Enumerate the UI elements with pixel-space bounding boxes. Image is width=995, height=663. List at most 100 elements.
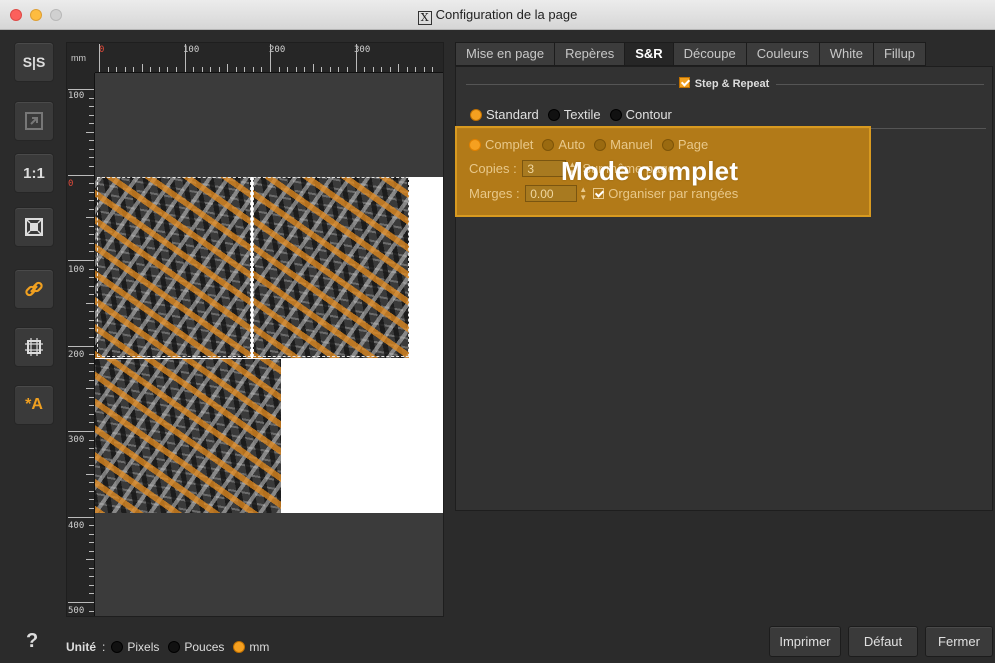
ruler-tick bbox=[398, 64, 400, 72]
ruler-tick bbox=[389, 67, 391, 72]
unit-separator: : bbox=[102, 640, 106, 654]
ruler-tick bbox=[304, 67, 306, 72]
ruler-tick bbox=[86, 131, 94, 133]
marges-stepper[interactable]: ▲ ▼ bbox=[579, 185, 587, 202]
one-to-one-label: 1:1 bbox=[23, 164, 45, 182]
radio-icon bbox=[542, 138, 555, 151]
tab-decoupe[interactable]: Découpe bbox=[672, 42, 746, 66]
tab-step-and-repeat[interactable]: S&R bbox=[624, 42, 673, 66]
ruler-tick bbox=[210, 67, 212, 72]
ruler-tick bbox=[89, 396, 94, 398]
unit-pouces-option[interactable]: Pouces bbox=[168, 640, 224, 654]
page-preview-canvas[interactable]: mm 0 100 200 300 100 0 100 200 300 400 5… bbox=[66, 42, 444, 617]
mode-standard-option[interactable]: Standard bbox=[470, 107, 539, 122]
ruler-tick bbox=[338, 67, 340, 72]
link-tool-button[interactable] bbox=[14, 269, 54, 309]
submode-auto-label: Auto bbox=[558, 137, 586, 152]
sys-tool-button[interactable]: S|S bbox=[14, 42, 54, 82]
print-button[interactable]: Imprimer bbox=[769, 626, 841, 657]
vertical-ruler: 100 0 100 200 300 400 500 bbox=[67, 73, 95, 616]
ruler-tick bbox=[89, 114, 94, 116]
ruler-tick bbox=[89, 610, 94, 612]
ruler-tick bbox=[89, 499, 94, 501]
title-bar: X Configuration de la page bbox=[0, 0, 995, 30]
radio-icon bbox=[168, 641, 181, 653]
ruler-tick bbox=[89, 140, 94, 142]
ruler-tick bbox=[68, 260, 94, 261]
mode-radio-group: Standard Textile Contour bbox=[470, 107, 681, 122]
radio-selected-icon bbox=[233, 641, 246, 653]
tab-reperes[interactable]: Repères bbox=[554, 42, 625, 66]
auto-text-tool-button[interactable]: *A bbox=[14, 385, 54, 425]
ruler-tick bbox=[261, 67, 263, 72]
copies-label: Copies bbox=[469, 161, 510, 176]
ruler-tick bbox=[89, 490, 94, 492]
selection-outline bbox=[253, 177, 409, 357]
ruler-tick bbox=[86, 302, 94, 304]
one-to-one-tool-button[interactable]: 1:1 bbox=[14, 153, 54, 193]
ruler-tick bbox=[89, 593, 94, 595]
copies-input[interactable]: 3 bbox=[522, 160, 567, 177]
radio-icon bbox=[661, 138, 674, 151]
ruler-tick bbox=[89, 294, 94, 296]
ruler-tick bbox=[89, 542, 94, 544]
ruler-tick bbox=[295, 67, 297, 72]
submode-radio-group: Complet Auto Manuel Page bbox=[469, 137, 717, 152]
organiser-checkbox[interactable] bbox=[593, 188, 605, 199]
ruler-tick bbox=[193, 67, 195, 72]
export-tool-button[interactable] bbox=[14, 101, 54, 141]
marges-row: Marges : 0.00 ▲ ▼ Organiser par rangées bbox=[469, 184, 739, 202]
ruler-tick bbox=[89, 191, 94, 193]
ruler-tick bbox=[89, 165, 94, 167]
ruler-tick bbox=[124, 67, 126, 72]
ruler-tick bbox=[89, 413, 94, 415]
unit-mm-option[interactable]: mm bbox=[233, 640, 269, 654]
ruler-tick bbox=[86, 388, 94, 390]
ruler-tick bbox=[68, 602, 94, 603]
submode-page-option[interactable]: Page bbox=[661, 137, 709, 152]
unit-pixels-option[interactable]: Pixels bbox=[111, 640, 159, 654]
ruler-tick bbox=[89, 405, 94, 407]
unit-pixels-label: Pixels bbox=[127, 640, 160, 654]
ruler-tick bbox=[89, 354, 94, 356]
tab-mise-en-page[interactable]: Mise en page bbox=[455, 42, 555, 66]
ruler-tick bbox=[270, 44, 271, 72]
overlay-title: Mode complet bbox=[561, 156, 739, 186]
fit-icon bbox=[25, 218, 43, 236]
submode-page-label: Page bbox=[677, 137, 709, 152]
ruler-tick bbox=[406, 67, 408, 72]
ruler-tick bbox=[89, 268, 94, 270]
submode-complet-option[interactable]: Complet bbox=[469, 137, 533, 152]
ruler-tick bbox=[89, 507, 94, 509]
ruler-tick bbox=[89, 362, 94, 364]
default-button[interactable]: Défaut bbox=[848, 626, 918, 657]
step-repeat-header: Step & Repeat bbox=[456, 77, 992, 90]
fit-tool-button[interactable] bbox=[14, 207, 54, 247]
artwork-copy[interactable] bbox=[95, 359, 281, 513]
ruler-tick bbox=[175, 67, 177, 72]
x11-icon: X bbox=[417, 11, 432, 25]
frame-tool-button[interactable] bbox=[14, 327, 54, 367]
close-button[interactable]: Fermer bbox=[925, 626, 993, 657]
unit-label: Unité bbox=[66, 640, 96, 654]
tab-white[interactable]: White bbox=[818, 42, 873, 66]
submode-manuel-option[interactable]: Manuel bbox=[594, 137, 653, 152]
ruler-tick bbox=[89, 311, 94, 313]
submode-auto-option[interactable]: Auto bbox=[542, 137, 585, 152]
mode-contour-option[interactable]: Contour bbox=[609, 107, 672, 122]
ruler-tick bbox=[364, 67, 366, 72]
tab-couleurs[interactable]: Couleurs bbox=[745, 42, 819, 66]
radio-icon bbox=[547, 108, 560, 121]
ruler-tick bbox=[89, 525, 94, 527]
sys-tool-label: S|S bbox=[22, 54, 46, 70]
mode-textile-option[interactable]: Textile bbox=[547, 107, 601, 122]
ruler-tick bbox=[89, 567, 94, 569]
tab-fillup[interactable]: Fillup bbox=[872, 42, 927, 66]
ruler-tick bbox=[346, 67, 348, 72]
ruler-tick bbox=[167, 67, 169, 72]
ruler-tick bbox=[89, 225, 94, 227]
marges-input[interactable]: 0.00 bbox=[525, 185, 578, 202]
help-button[interactable]: ? bbox=[26, 630, 38, 653]
ruler-tick bbox=[116, 67, 118, 72]
step-repeat-checkbox[interactable] bbox=[678, 77, 690, 88]
